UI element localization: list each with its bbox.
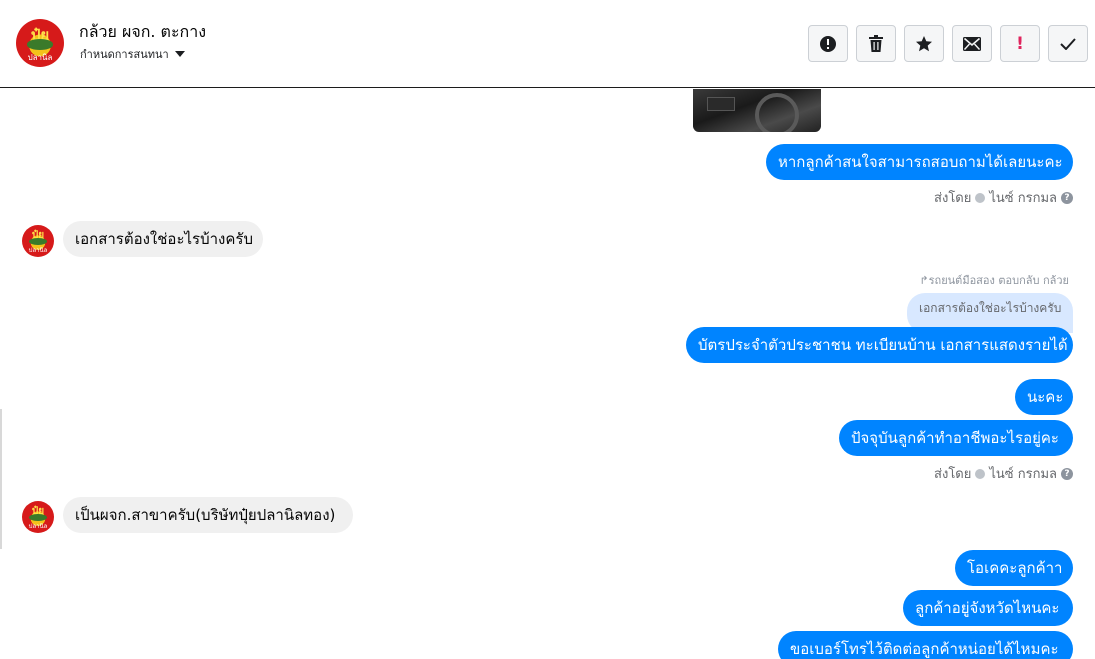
conversation-header: ปุ๋ย ปลานิล กล้วย ผจก. ตะกาง กำหนดการสนท… <box>0 0 1095 88</box>
caret-down-icon <box>174 51 185 57</box>
reply-context-note: ↱รถยนต์มือสอง ตอบกลับ กล้วย <box>919 271 1069 289</box>
message-thread[interactable]: หากลูกค้าสนใจสามารถสอบถามได้เลยนะคะ ส่งโ… <box>0 89 1095 659</box>
incoming-message[interactable]: เอกสารต้องใช่อะไรบ้างครับ <box>63 221 263 257</box>
image-vent <box>707 97 735 111</box>
sent-by-agent: ไนซ์ กรกมล <box>989 191 1057 206</box>
mark-unread-button[interactable] <box>952 25 992 62</box>
reply-context-text: รถยนต์มือสอง ตอบกลับ กล้วย <box>928 274 1069 287</box>
outgoing-message[interactable]: นะคะ <box>1015 379 1073 415</box>
help-icon[interactable]: ? <box>1061 191 1073 204</box>
assign-conversation-dropdown[interactable]: กำหนดการสนทนา <box>80 45 185 63</box>
avatar-logo-subtext: ปลานิล <box>28 247 48 255</box>
contact-avatar-small[interactable]: ปุ๋ย ปลานิล <box>22 225 54 257</box>
avatar-logo-subtext: ปลานิล <box>28 523 48 531</box>
star-icon <box>916 35 932 51</box>
outgoing-message[interactable]: โอเคคะลูกค้าา <box>955 550 1073 586</box>
avatar-logo-subtext: ปลานิล <box>27 53 53 63</box>
trash-icon <box>869 34 883 52</box>
contact-name[interactable]: กล้วย ผจก. ตะกาง <box>79 20 206 45</box>
sent-by-label: ส่งโดย <box>934 191 972 206</box>
alert-circle-icon <box>820 35 836 52</box>
outgoing-message[interactable]: ขอเบอร์โทรไว้ติดต่อลูกค้าหน่อยได้ไหมคะ <box>778 631 1073 659</box>
outgoing-message[interactable]: ปัจจุบันลูกค้าทำอาชีพอะไรอยู่คะ <box>839 420 1073 456</box>
exclamation-icon: ! <box>1016 33 1024 54</box>
sent-by-meta: ส่งโดย ไนซ์ กรกมล ? <box>934 187 1073 208</box>
scroll-edge <box>0 409 2 549</box>
outgoing-message[interactable]: บัตรประจำตัวประชาชน ทะเบียนบ้าน เอกสารแส… <box>686 327 1073 363</box>
avatar-fish-graphic <box>26 39 54 50</box>
outgoing-message[interactable]: ลูกค้าอยู่จังหวัดไหนคะ <box>903 590 1073 626</box>
delete-button[interactable] <box>856 25 896 62</box>
sent-by-meta: ส่งโดย ไนซ์ กรกมล ? <box>934 463 1073 484</box>
outgoing-message[interactable]: หากลูกค้าสนใจสามารถสอบถามได้เลยนะคะ <box>766 144 1073 180</box>
spam-button[interactable] <box>808 25 848 62</box>
sent-by-label: ส่งโดย <box>934 467 972 482</box>
reply-arrow-icon: ↱ <box>919 274 929 287</box>
contact-avatar[interactable]: ปุ๋ย ปลานิล <box>16 19 64 67</box>
assign-conversation-label: กำหนดการสนทนา <box>80 48 169 61</box>
sent-by-agent: ไนซ์ กรกมล <box>989 467 1057 482</box>
follow-up-button[interactable]: ! <box>1000 25 1040 62</box>
checkmark-icon <box>1060 37 1076 50</box>
agent-status-icon <box>975 468 986 479</box>
image-steering-wheel <box>755 93 799 132</box>
done-button[interactable] <box>1048 25 1088 62</box>
envelope-icon <box>963 36 981 51</box>
contact-avatar-small[interactable]: ปุ๋ย ปลานิล <box>22 501 54 533</box>
star-button[interactable] <box>904 25 944 62</box>
car-interior-image[interactable] <box>693 89 821 132</box>
incoming-message[interactable]: เป็นผจก.สาขาครับ(บริษัทปุ๋ยปลานิลทอง) <box>63 497 353 533</box>
agent-status-icon <box>975 192 986 203</box>
help-icon[interactable]: ? <box>1061 467 1073 480</box>
